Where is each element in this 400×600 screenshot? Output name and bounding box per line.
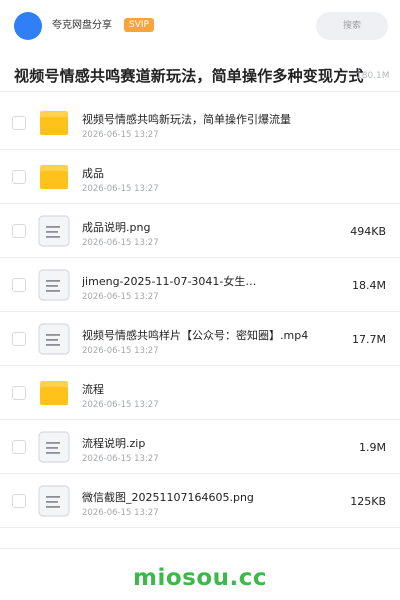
footer-divider [0, 548, 400, 549]
svip-badge: SVIP [124, 18, 154, 32]
search-button[interactable]: 搜索 [316, 12, 388, 40]
file-name: 流程说明.zip [82, 437, 146, 450]
file-size: 17.7M [352, 333, 386, 346]
select-checkbox[interactable] [12, 386, 26, 400]
list-item[interactable]: jimeng-2025-11-07-3041-女生… 2026-06-15 13:… [0, 258, 400, 312]
folder-title-row: 视频号情感共鸣赛道新玩法，简单操作多种变现方式 180.1M [0, 58, 400, 92]
list-item[interactable]: 流程说明.zip 2026-06-15 13:27 1.9M [0, 420, 400, 474]
select-checkbox[interactable] [12, 278, 26, 292]
list-item[interactable]: 流程 2026-06-15 13:27 [0, 366, 400, 420]
file-icon [38, 485, 70, 517]
file-name: jimeng-2025-11-07-3041-女生… [82, 275, 257, 288]
file-size: 494KB [350, 225, 386, 238]
file-size: 18.4M [352, 279, 386, 292]
avatar[interactable] [14, 12, 42, 40]
file-date: 2026-06-15 13:27 [82, 130, 159, 140]
file-date: 2026-06-15 13:27 [82, 508, 159, 518]
list-item[interactable]: 微信截图_20251107164605.png 2026-06-15 13:27 1… [0, 474, 400, 528]
share-name: 夸克网盘分享 [52, 20, 112, 31]
list-item[interactable]: 视频号情感共鸣新玩法，简单操作引爆流量 2026-06-15 13:27 [0, 96, 400, 150]
folder-icon [38, 107, 70, 139]
total-size: 180.1M [356, 71, 390, 81]
list-item[interactable]: 成品 2026-06-15 13:27 [0, 150, 400, 204]
file-name: 流程 [82, 383, 104, 396]
file-size: 125KB [350, 495, 386, 508]
file-date: 2026-06-15 13:27 [82, 184, 159, 194]
file-name: 成品说明.png [82, 221, 151, 234]
file-icon [38, 431, 70, 463]
folder-icon [38, 161, 70, 193]
file-size: 1.9M [359, 441, 386, 454]
folder-icon [38, 377, 70, 409]
select-checkbox[interactable] [12, 170, 26, 184]
file-icon [38, 215, 70, 247]
file-name: 视频号情感共鸣新玩法，简单操作引爆流量 [82, 113, 291, 126]
file-date: 2026-06-15 13:27 [82, 346, 159, 356]
file-name: 成品 [82, 167, 104, 180]
share-header: 夸克网盘分享 SVIP 搜索 [0, 0, 400, 52]
file-date: 2026-06-15 13:27 [82, 454, 159, 464]
select-checkbox[interactable] [12, 494, 26, 508]
select-checkbox[interactable] [12, 224, 26, 238]
file-name: 微信截图_20251107164605.png [82, 491, 254, 504]
list-item[interactable]: 视频号情感共鸣样片【公众号：密知圈】.mp4 2026-06-15 13:27 17… [0, 312, 400, 366]
file-name: 视频号情感共鸣样片【公众号：密知圈】.mp4 [82, 329, 309, 342]
select-checkbox[interactable] [12, 332, 26, 346]
file-date: 2026-06-15 13:27 [82, 238, 159, 248]
watermark: miosou.cc [132, 565, 268, 591]
file-icon [38, 269, 70, 301]
list-item[interactable]: 成品说明.png 2026-06-15 13:27 494KB [0, 204, 400, 258]
select-checkbox[interactable] [12, 440, 26, 454]
file-date: 2026-06-15 13:27 [82, 292, 159, 302]
file-icon [38, 323, 70, 355]
select-checkbox[interactable] [12, 116, 26, 130]
page-title: 视频号情感共鸣赛道新玩法，简单操作多种变现方式 [14, 67, 364, 85]
file-date: 2026-06-15 13:27 [82, 400, 159, 410]
